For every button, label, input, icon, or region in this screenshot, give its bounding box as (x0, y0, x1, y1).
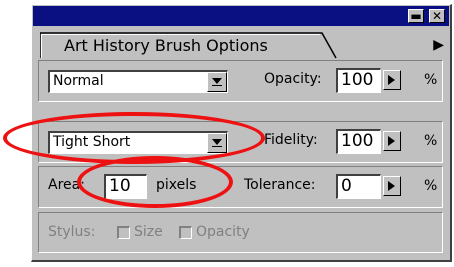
panel-titlebar[interactable]: ▬ ✕ (33, 6, 449, 26)
mode-dropdown[interactable]: Normal (48, 70, 228, 93)
fidelity-input[interactable]: 100 (336, 129, 381, 154)
arrow-right-icon (388, 181, 395, 191)
arrow-right-icon (388, 75, 395, 85)
fidelity-label: Fidelity: (264, 132, 318, 148)
mode-dropdown-value: Normal (53, 73, 104, 89)
opacity-input[interactable]: 100 (336, 68, 381, 93)
highlight-ellipse-area (77, 156, 233, 208)
panel-menu-arrow-icon[interactable]: ▶ (433, 37, 444, 53)
stylus-size-checkbox[interactable] (117, 226, 130, 239)
stylus-opacity-label: Opacity (196, 224, 250, 240)
opacity-label: Opacity: (264, 71, 322, 87)
tolerance-slider-button[interactable] (383, 176, 401, 196)
tolerance-value: 0 (341, 176, 352, 196)
stylus-opacity-checkbox[interactable] (179, 226, 192, 239)
stylus-size-label: Size (134, 224, 163, 240)
fidelity-slider-button[interactable] (383, 131, 401, 151)
stylus-row: Stylus: Size Opacity (38, 212, 443, 253)
opacity-unit: % (424, 72, 438, 88)
fidelity-unit: % (424, 133, 438, 149)
tolerance-label: Tolerance: (244, 177, 316, 193)
minimize-icon: ▬ (410, 9, 422, 23)
mode-row: Normal Opacity: 100 % (38, 60, 443, 102)
minimize-button[interactable]: ▬ (408, 9, 424, 23)
opacity-value: 100 (341, 70, 374, 90)
close-icon: ✕ (431, 9, 443, 23)
mode-dropdown-button[interactable] (207, 72, 227, 92)
tolerance-input[interactable]: 0 (336, 174, 381, 199)
opacity-slider-button[interactable] (383, 70, 401, 90)
stylus-label: Stylus: (48, 224, 96, 240)
tolerance-unit: % (424, 178, 438, 194)
tab-label: Art History Brush Options (64, 36, 268, 55)
close-button[interactable]: ✕ (429, 9, 445, 23)
arrow-right-icon (388, 136, 395, 146)
chevron-down-icon (212, 78, 222, 86)
tab-art-history-brush-options[interactable]: Art History Brush Options (40, 32, 337, 59)
fidelity-value: 100 (341, 131, 374, 151)
